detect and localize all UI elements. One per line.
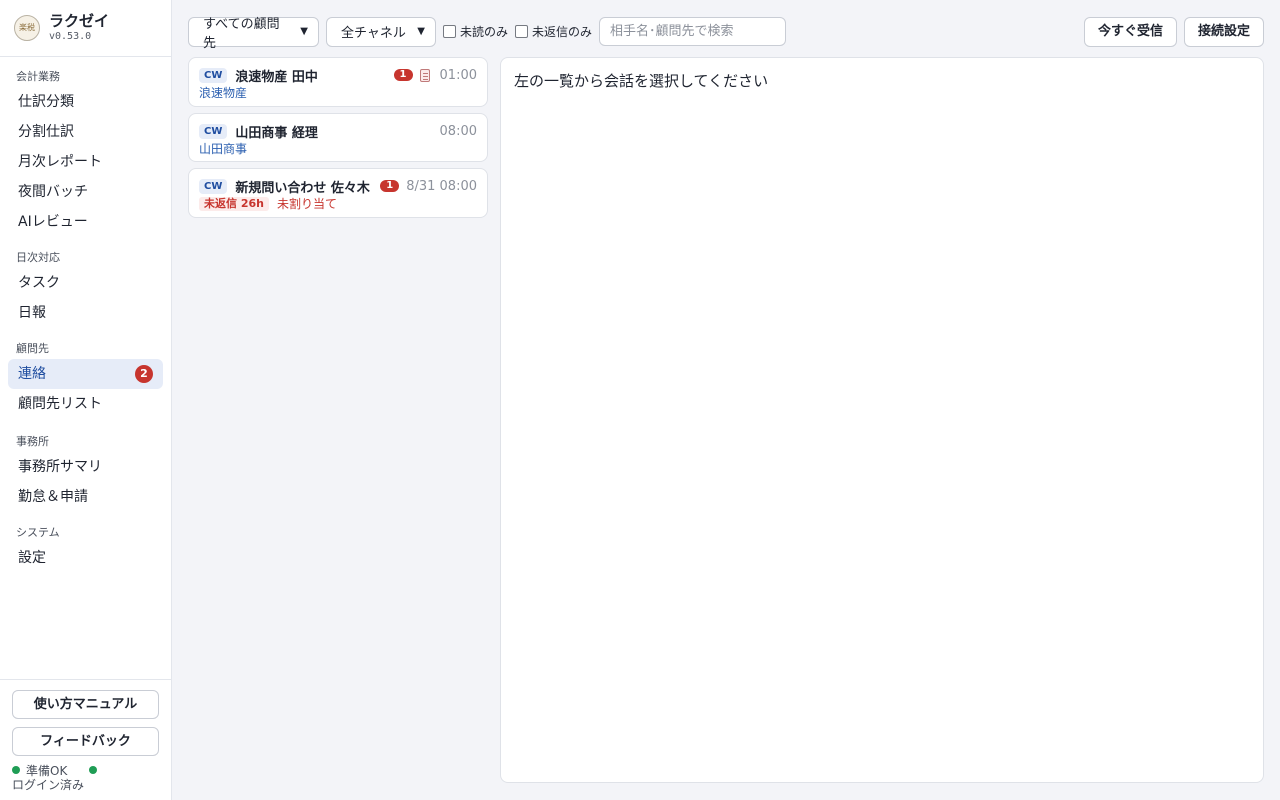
sidebar-item[interactable]: 事務所サマリ bbox=[8, 452, 163, 482]
nav-section: 日次対応 タスク 日報 bbox=[8, 248, 163, 328]
nav-section-title: 会計業務 bbox=[16, 70, 60, 83]
manual-button[interactable]: 使い方マニュアル bbox=[12, 690, 159, 719]
app-version: v0.53.0 bbox=[49, 31, 92, 42]
sidebar-item[interactable]: 月次レポート bbox=[8, 147, 163, 177]
assignment-status: 未割り当て bbox=[276, 197, 337, 211]
conversation-detail: 左の一覧から会話を選択してください bbox=[500, 57, 1264, 783]
detail-placeholder: 左の一覧から会話を選択してください bbox=[514, 72, 769, 90]
conversation-item[interactable]: CW 新規問い合わせ 佐々木 1 8/31 08:00 未返信 26h 未割り当て bbox=[188, 168, 488, 218]
sidebar-item-label: 連絡 bbox=[18, 366, 46, 382]
sidebar-item[interactable]: 夜間バッチ bbox=[8, 177, 163, 207]
connection-status-icon bbox=[89, 766, 98, 774]
conversation-subline: 未返信 26h 未割り当て bbox=[199, 196, 477, 212]
sidebar-item-label: 分割仕訳 bbox=[18, 124, 74, 140]
conversation-time: 08:00 bbox=[439, 123, 477, 139]
sidebar-item[interactable]: 連絡 2 bbox=[8, 359, 163, 389]
feedback-button[interactable]: フィードバック bbox=[12, 727, 159, 756]
sidebar-item-label: 仕訳分類 bbox=[18, 94, 74, 110]
sidebar-item[interactable]: 勤怠＆申請 bbox=[8, 482, 163, 512]
unreplied-only-label: 未返信のみ bbox=[532, 25, 593, 39]
channel-filter-value: 全チャネル bbox=[341, 26, 406, 41]
sidebar-item[interactable]: タスク bbox=[8, 268, 163, 298]
sidebar-item[interactable]: 設定 bbox=[8, 543, 163, 573]
unread-count-badge: 2 bbox=[135, 365, 153, 383]
sidebar-item-label: タスク bbox=[18, 275, 60, 291]
overdue-badge: 未返信 26h bbox=[199, 197, 269, 211]
conversation-item[interactable]: CW 浪速物産 田中 1 01:00 浪速物産 bbox=[188, 57, 488, 107]
unread-badge: 1 bbox=[393, 69, 413, 81]
sidebar-item[interactable]: 分割仕訳 bbox=[8, 117, 163, 147]
sidebar-item[interactable]: 顧問先リスト bbox=[8, 389, 163, 419]
search-input[interactable]: 相手名･顧問先で検索 bbox=[599, 17, 787, 46]
unread-only-label: 未読のみ bbox=[460, 25, 509, 39]
sidebar-item-label: 月次レポート bbox=[18, 154, 102, 170]
conversation-time: 01:00 bbox=[439, 67, 477, 83]
client-name: 浪速物産 bbox=[199, 86, 248, 100]
nav-section-title: 日次対応 bbox=[16, 251, 60, 264]
toolbar: すべての顧問先 ▼ 全チャネル ▼ 未読のみ 未返信のみ 相手名･顧問先で検索 … bbox=[188, 16, 1264, 51]
client-name: 山田商事 bbox=[199, 142, 248, 156]
nav-section: 会計業務仕訳分類分割仕訳月次レポート 夜間バッチ AIレビュー bbox=[8, 67, 163, 237]
conversation-header: CW 浪速物産 田中 1 01:00 bbox=[199, 66, 477, 85]
brand-header: 楽税 ラクゼイ v0.53.0 bbox=[0, 0, 171, 57]
unreplied-only-checkbox[interactable]: 未返信のみ bbox=[515, 23, 592, 40]
connection-settings-button[interactable]: 接続設定 bbox=[1183, 16, 1264, 47]
nav-section: 事務所事務所サマリ 勤怠＆申請 bbox=[8, 432, 163, 512]
conversation-list: CW 浪速物産 田中 1 01:00 浪速物産 CW 山田商事 経理 08:00 山田商事 CW 新… bbox=[188, 57, 488, 224]
channel-badge: CW bbox=[199, 123, 228, 139]
status-ok-icon bbox=[12, 766, 20, 774]
sidebar-item-label: 顧問先リスト bbox=[18, 396, 102, 412]
unread-badge: 1 bbox=[380, 180, 400, 192]
memo-icon bbox=[419, 68, 430, 82]
conversation-subline: 浪速物産 bbox=[199, 85, 477, 101]
channel-badge: CW bbox=[199, 67, 228, 83]
chevron-down-icon: ▼ bbox=[417, 26, 425, 37]
sidebar-item-label: 夜間バッチ bbox=[18, 184, 88, 200]
conversation-subline: 山田商事 bbox=[199, 141, 477, 157]
conversation-name: 山田商事 経理 bbox=[235, 125, 318, 141]
client-filter-value: すべての顧問先 bbox=[203, 16, 280, 51]
nav-section-title: システム bbox=[16, 526, 60, 539]
conversation-header: CW 新規問い合わせ 佐々木 1 8/31 08:00 bbox=[199, 177, 477, 196]
login-status: ログイン済み bbox=[12, 778, 85, 792]
sidebar-item-label: AIレビュー bbox=[18, 214, 88, 230]
receive-now-button[interactable]: 今すぐ受信 bbox=[1083, 16, 1177, 47]
nav-section-title: 事務所 bbox=[16, 435, 49, 448]
status-row: 準備OK bbox=[12, 763, 159, 778]
conversation-name: 浪速物産 田中 bbox=[235, 69, 318, 85]
sidebar-item[interactable]: AIレビュー bbox=[8, 207, 163, 237]
app-name: ラクゼイ bbox=[49, 12, 110, 30]
sidebar-item-label: 勤怠＆申請 bbox=[18, 489, 88, 505]
sidebar-item-label: 設定 bbox=[18, 550, 46, 566]
conversation-time: 8/31 08:00 bbox=[406, 178, 477, 194]
checkbox-icon[interactable] bbox=[515, 25, 529, 38]
sidebar-item[interactable]: 日報 bbox=[8, 298, 163, 328]
sidebar-item[interactable]: 仕訳分類 bbox=[8, 87, 163, 117]
sidebar-item-label: 事務所サマリ bbox=[18, 459, 102, 475]
client-filter-select[interactable]: すべての顧問先 ▼ bbox=[188, 16, 319, 51]
channel-badge: CW bbox=[199, 178, 228, 194]
conversation-name: 新規問い合わせ 佐々木 bbox=[235, 180, 370, 196]
channel-filter-select[interactable]: 全チャネル ▼ bbox=[326, 16, 436, 47]
unread-only-checkbox[interactable]: 未読のみ bbox=[443, 23, 508, 40]
sidebar-item-label: 日報 bbox=[18, 305, 46, 321]
conversation-header: CW 山田商事 経理 08:00 bbox=[199, 122, 477, 141]
checkbox-icon[interactable] bbox=[443, 25, 456, 38]
chevron-down-icon: ▼ bbox=[300, 26, 308, 37]
nav-section: 顧問先連絡 2 顧問先リスト bbox=[8, 339, 163, 419]
nav-section: システム 設定 bbox=[8, 523, 163, 573]
sidebar-footer: 使い方マニュアル フィードバック 準備OK ログイン済み bbox=[0, 679, 171, 800]
logo: 楽税 bbox=[14, 15, 40, 41]
nav-section-title: 顧問先 bbox=[16, 342, 49, 355]
conversation-item[interactable]: CW 山田商事 経理 08:00 山田商事 bbox=[188, 113, 488, 162]
status-text: 準備OK bbox=[26, 763, 68, 778]
sidebar: 楽税 ラクゼイ v0.53.0 会計業務仕訳分類分割仕訳月次レポート 夜間バッチ A… bbox=[0, 0, 172, 800]
